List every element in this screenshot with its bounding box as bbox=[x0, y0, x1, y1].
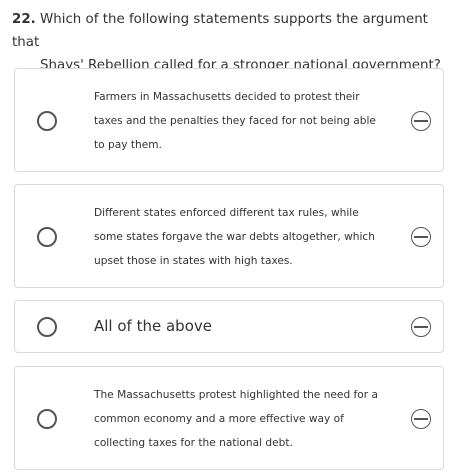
eliminate-option-icon[interactable] bbox=[411, 227, 431, 247]
radio-button-icon[interactable] bbox=[37, 227, 57, 247]
radio-button-icon[interactable] bbox=[37, 317, 57, 337]
answer-option-text: The Massachusetts protest highlighted th… bbox=[94, 383, 384, 455]
radio-button-icon[interactable] bbox=[37, 409, 57, 429]
eliminate-option-icon[interactable] bbox=[411, 409, 431, 429]
answer-option-1[interactable]: Farmers in Massachusetts decided to prot… bbox=[14, 68, 444, 172]
answer-option-line: to pay them. bbox=[94, 139, 162, 151]
answer-option-line: collecting taxes for the national debt. bbox=[94, 437, 293, 449]
eliminate-option-icon[interactable] bbox=[411, 317, 431, 337]
answer-option-line: All of the above bbox=[94, 317, 212, 335]
answer-option-line: The Massachusetts protest highlighted th… bbox=[94, 389, 378, 401]
answer-option-line: Farmers in Massachusetts decided to prot… bbox=[94, 91, 360, 103]
question-prompt: 22. Which of the following statements su… bbox=[12, 8, 452, 77]
question-text-line-1: Which of the following statements suppor… bbox=[12, 12, 428, 50]
answer-option-4[interactable]: The Massachusetts protest highlighted th… bbox=[14, 366, 444, 470]
answer-option-line: some states forgave the war debts altoge… bbox=[94, 231, 375, 243]
answer-option-line: taxes and the penalties they faced for n… bbox=[94, 115, 376, 127]
answer-option-text: Different states enforced different tax … bbox=[94, 201, 384, 273]
answer-option-line: Different states enforced different tax … bbox=[94, 207, 359, 219]
answer-option-2[interactable]: Different states enforced different tax … bbox=[14, 184, 444, 288]
eliminate-option-icon[interactable] bbox=[411, 111, 431, 131]
radio-button-icon[interactable] bbox=[37, 111, 57, 131]
answer-option-text: All of the above bbox=[94, 316, 394, 336]
question-number: 22. bbox=[12, 12, 36, 27]
answer-option-text: Farmers in Massachusetts decided to prot… bbox=[94, 85, 384, 157]
question-page: 22. Which of the following statements su… bbox=[0, 0, 459, 476]
answer-option-line: common economy and a more effective way … bbox=[94, 413, 344, 425]
answer-option-line: upset those in states with high taxes. bbox=[94, 255, 293, 267]
answer-option-3[interactable]: All of the above bbox=[14, 300, 444, 353]
